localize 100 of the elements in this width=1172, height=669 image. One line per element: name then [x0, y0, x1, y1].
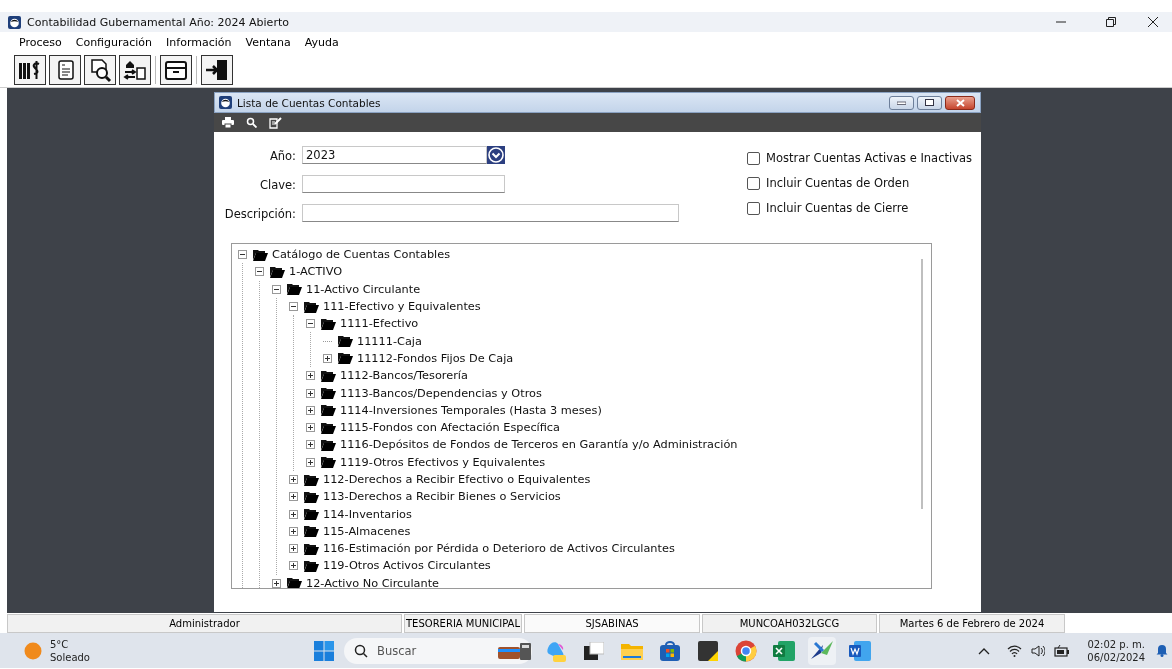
tree-item-label[interactable]: 11112-Fondos Fijos De Caja	[356, 351, 515, 365]
tree-item-label[interactable]: 111-Efectivo y Equivalentes	[322, 300, 482, 314]
battery-icon[interactable]	[1054, 644, 1071, 657]
tree-item-label[interactable]: 1115-Fondos con Afectación Específica	[339, 421, 561, 435]
print-button[interactable]	[222, 117, 234, 128]
tree-item-label[interactable]: 11111-Caja	[356, 334, 423, 348]
expand-toggle-icon[interactable]	[306, 388, 315, 398]
tree-item-label[interactable]: 115-Almacenes	[322, 524, 412, 538]
search-icon	[246, 117, 257, 128]
toolbar-button[interactable]	[14, 54, 46, 85]
expand-toggle-icon[interactable]	[289, 492, 298, 502]
tree-item-label[interactable]: 11-Activo Circulante	[305, 282, 422, 296]
tree-item-label[interactable]: Catálogo de Cuentas Contables	[271, 248, 452, 262]
close-button[interactable]	[1148, 17, 1158, 27]
tree-item-label[interactable]: 119-Otros Activos Circulantes	[322, 559, 492, 573]
shopping-bag-icon	[660, 640, 680, 661]
status-cell: SJSABINAS	[524, 614, 700, 633]
start-icon[interactable]	[314, 640, 334, 661]
edit-button[interactable]	[269, 116, 282, 129]
folder-icon	[304, 508, 319, 521]
taskbar-app[interactable]	[808, 636, 836, 665]
collapse-toggle-icon[interactable]	[272, 284, 281, 294]
expand-toggle-icon[interactable]	[289, 509, 298, 519]
menu-item[interactable]: Información	[159, 35, 239, 49]
tree-item-label[interactable]: 1-ACTIVO	[288, 265, 344, 279]
search-icon	[354, 643, 368, 658]
edit-note-icon	[269, 116, 282, 129]
sun-icon	[24, 641, 42, 660]
folder-icon	[321, 404, 336, 417]
search-button[interactable]	[246, 117, 257, 128]
field-label: Año:	[268, 149, 296, 164]
tree-item-label[interactable]: 1116-Depósitos de Fondos de Terceros en Garantía y/o Administración	[339, 438, 739, 452]
tree-item-label[interactable]: 12-Activo No Circulante	[305, 576, 441, 588]
tree-item-label[interactable]: 1112-Bancos/Tesorería	[339, 369, 469, 383]
bell-icon[interactable]	[1156, 644, 1168, 657]
expand-toggle-icon[interactable]	[306, 405, 315, 415]
toolbar-button[interactable]	[119, 54, 151, 85]
close-button[interactable]	[945, 95, 975, 110]
toolbar-button[interactable]	[160, 54, 192, 85]
expand-toggle-icon[interactable]	[289, 561, 298, 571]
expand-toggle-icon[interactable]	[306, 440, 315, 450]
menu-item[interactable]: Proceso	[12, 35, 69, 49]
restore-button[interactable]	[917, 95, 942, 110]
search-field[interactable]: Buscar	[344, 637, 532, 664]
folder-icon	[287, 577, 302, 588]
scrollbar-thumb[interactable]	[921, 259, 923, 509]
tree-item-label[interactable]: 1114-Inversiones Temporales (Hasta 3 meses)	[339, 403, 603, 417]
toolbar-button[interactable]	[49, 54, 81, 85]
expand-toggle-icon[interactable]	[289, 544, 298, 554]
menu-item[interactable]: Ventana	[238, 35, 298, 49]
weather-temperature: 5°C	[50, 637, 70, 651]
folder-icon	[321, 387, 336, 399]
collapse-toggle-icon[interactable]	[306, 319, 315, 329]
toolbar-button[interactable]	[84, 54, 116, 85]
folder-icon	[321, 421, 336, 434]
tree-item-label[interactable]: 116-Estimación por Pérdida o Deterioro de Activos Circulantes	[322, 542, 676, 556]
tree-item-label[interactable]: 1119-Otros Efectivos y Equivalentes	[339, 455, 547, 469]
expand-toggle-icon[interactable]	[306, 371, 315, 381]
tree-item-label[interactable]: 112-Derechos a Recibir Efectivo o Equivalentes	[322, 473, 592, 486]
folder-icon	[270, 265, 285, 278]
collapse-toggle-icon[interactable]	[255, 267, 264, 277]
close-icon	[955, 98, 965, 107]
expand-toggle-icon[interactable]	[306, 423, 315, 433]
folder-icon	[253, 248, 268, 261]
checkbox[interactable]	[747, 176, 760, 190]
expand-toggle-icon[interactable]	[289, 526, 298, 536]
folder-icon	[304, 542, 319, 555]
collapse-toggle-icon[interactable]	[238, 250, 247, 260]
wifi-icon[interactable]	[1007, 644, 1023, 657]
checkbox-label: Mostrar Cuentas Activas e Inactivas	[766, 151, 973, 165]
input-field[interactable]	[302, 204, 679, 222]
spreadsheet-icon	[773, 640, 795, 661]
expand-toggle-icon[interactable]	[289, 475, 298, 484]
collapse-toggle-icon[interactable]	[289, 302, 298, 312]
checkbox[interactable]	[747, 201, 760, 215]
menu-item[interactable]: Configuración	[68, 35, 160, 49]
expand-toggle-icon[interactable]	[323, 353, 332, 363]
tree-item-label[interactable]: 113-Derechos a Recibir Bienes o Servicios	[322, 490, 562, 504]
expand-toggle-icon[interactable]	[306, 457, 315, 467]
minimize-icon	[897, 100, 906, 105]
field-label: Clave:	[258, 178, 296, 193]
field-label: Descripción:	[223, 207, 296, 222]
input-field[interactable]	[302, 175, 505, 193]
chevron-up-icon[interactable]	[978, 646, 991, 655]
task-view-icon	[584, 641, 604, 660]
tree-item-label[interactable]: 1113-Bancos/Dependencias y Otros	[339, 386, 543, 400]
checkbox[interactable]	[747, 151, 760, 165]
minimize-button[interactable]	[889, 95, 914, 110]
status-cell: Martes 6 de Febrero de 2024	[879, 614, 1065, 633]
folder-icon	[304, 525, 319, 538]
tree-item-label[interactable]: 1111-Efectivo	[339, 317, 420, 331]
menu-item[interactable]: Ayuda	[297, 35, 346, 49]
speaker-icon[interactable]	[1031, 644, 1046, 657]
tree-item-label[interactable]: 114-Inventarios	[322, 507, 413, 521]
dropdown-button[interactable]	[487, 146, 505, 164]
restore-button[interactable]	[1106, 17, 1116, 27]
expand-toggle-icon[interactable]	[272, 578, 281, 588]
year-dropdown[interactable]: 2023	[302, 146, 487, 164]
clock-date: 06/02/2024	[1087, 650, 1145, 664]
toolbar-button[interactable]	[201, 54, 233, 85]
